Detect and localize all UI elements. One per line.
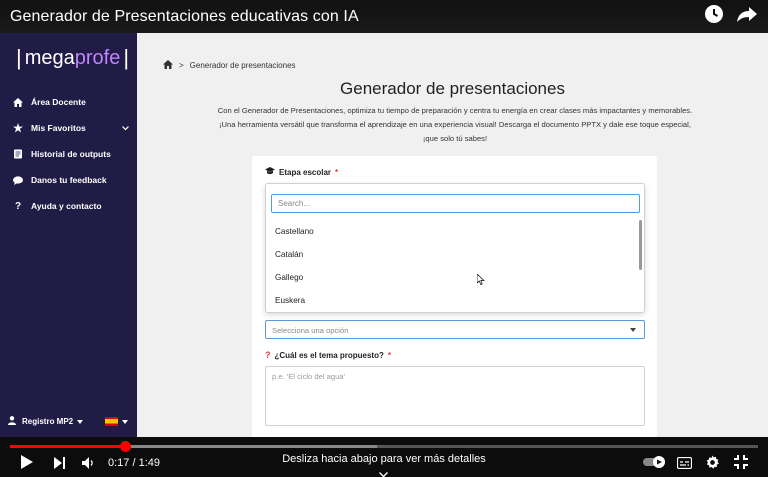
logo-bar-right: | xyxy=(123,45,130,70)
question-mark-icon: ? xyxy=(265,350,271,360)
user-icon xyxy=(8,416,16,427)
graduation-cap-icon xyxy=(265,167,275,177)
required-mark: * xyxy=(387,350,391,360)
megaprofe-logo[interactable]: | mega profe | xyxy=(16,45,137,71)
caret-down-icon xyxy=(630,328,636,332)
sidebar-item-ayuda[interactable]: ? Ayuda y contacto xyxy=(0,193,137,219)
chat-icon xyxy=(11,174,25,186)
watch-later-icon[interactable] xyxy=(704,4,724,24)
chevron-down-icon xyxy=(122,417,129,426)
chevron-down-icon[interactable] xyxy=(379,465,388,477)
progress-bar[interactable] xyxy=(10,441,758,452)
chevron-down-icon xyxy=(77,417,84,426)
dropdown-search-input[interactable]: Search... xyxy=(271,194,640,213)
required-mark: * xyxy=(335,167,339,177)
sidebar-item-mis-favoritos[interactable]: Mis Favoritos xyxy=(0,115,137,141)
subtitles-icon[interactable] xyxy=(676,456,693,474)
dropdown-option[interactable]: Catalán xyxy=(275,250,303,259)
sidebar-item-label: Ayuda y contacto xyxy=(31,201,102,211)
played-bar xyxy=(10,445,126,448)
home-icon[interactable] xyxy=(163,60,173,71)
breadcrumb-current: Generador de presentaciones xyxy=(189,61,296,70)
video-top-bar: Generador de Presentaciones educativas c… xyxy=(0,0,768,33)
help-icon: ? xyxy=(14,200,22,212)
star-icon xyxy=(11,122,25,134)
user-menu[interactable]: Registro MP2 xyxy=(8,416,132,427)
video-title[interactable]: Generador de Presentaciones educativas c… xyxy=(10,8,359,26)
autoplay-toggle[interactable] xyxy=(642,455,668,474)
stage-select[interactable]: Selecciona una opción xyxy=(265,320,645,339)
topic-textarea[interactable]: p.e. 'El ciclo del agua' xyxy=(265,366,645,426)
logo-profe: profe xyxy=(74,46,121,69)
page-title: Generador de presentaciones xyxy=(340,79,565,98)
breadcrumb: > Generador de presentaciones xyxy=(163,60,296,71)
form-card: Etapa escolar * Search... Castellano Cata… xyxy=(252,156,657,437)
user-name: Registro MP2 xyxy=(22,417,74,426)
dropdown-scrollbar[interactable] xyxy=(639,220,642,270)
stage-label: Etapa escolar * xyxy=(265,167,338,177)
dropdown-option[interactable]: Castellano xyxy=(275,227,314,236)
sidebar-nav: Área Docente Mis Favoritos Historial de … xyxy=(0,89,137,219)
sidebar-item-label: Danos tu feedback xyxy=(31,175,107,185)
topic-label: ? ¿Cuál es el tema propuesto? * xyxy=(265,350,391,360)
chevron-down-icon[interactable] xyxy=(122,123,129,133)
sidebar-item-area-docente[interactable]: Área Docente xyxy=(0,89,137,115)
exit-fullscreen-icon[interactable] xyxy=(734,455,748,474)
share-icon[interactable] xyxy=(736,4,758,24)
sidebar-item-feedback[interactable]: Danos tu feedback xyxy=(0,167,137,193)
stage-label-text: Etapa escolar xyxy=(279,167,332,177)
breadcrumb-separator: > xyxy=(179,61,184,70)
app-window: | mega profe | Área Docente Mis Favorito… xyxy=(0,33,768,437)
sidebar: | mega profe | Área Docente Mis Favorito… xyxy=(0,33,137,437)
page-description: Con el Generador de Presentaciones, opti… xyxy=(217,106,693,143)
scrubber-knob[interactable] xyxy=(120,441,132,452)
topic-label-text: ¿Cuál es el tema propuesto? xyxy=(274,350,384,360)
sidebar-item-label: Historial de outputs xyxy=(31,149,111,159)
stage-dropdown-list: Search... Castellano Catalán Gallego Eus… xyxy=(265,183,645,313)
dropdown-option[interactable]: Gallego xyxy=(275,273,303,282)
history-icon xyxy=(11,148,25,160)
settings-gear-icon[interactable] xyxy=(705,455,720,475)
mouse-cursor-icon xyxy=(477,274,485,285)
dropdown-option[interactable]: Euskera xyxy=(275,296,305,305)
sidebar-item-label: Área Docente xyxy=(31,97,86,107)
sidebar-item-historial[interactable]: Historial de outputs xyxy=(0,141,137,167)
logo-mega: mega xyxy=(24,46,75,69)
home-icon xyxy=(11,96,25,108)
spain-flag-icon[interactable] xyxy=(105,417,119,426)
logo-bar-left: | xyxy=(16,45,22,70)
sidebar-item-label: Mis Favoritos xyxy=(31,123,86,133)
video-controls: 0:17 / 1:49 Desliza hacia abajo para ver… xyxy=(0,437,768,477)
select-placeholder: Selecciona una opción xyxy=(272,326,349,335)
main-content: > Generador de presentaciones Generador … xyxy=(137,33,768,437)
